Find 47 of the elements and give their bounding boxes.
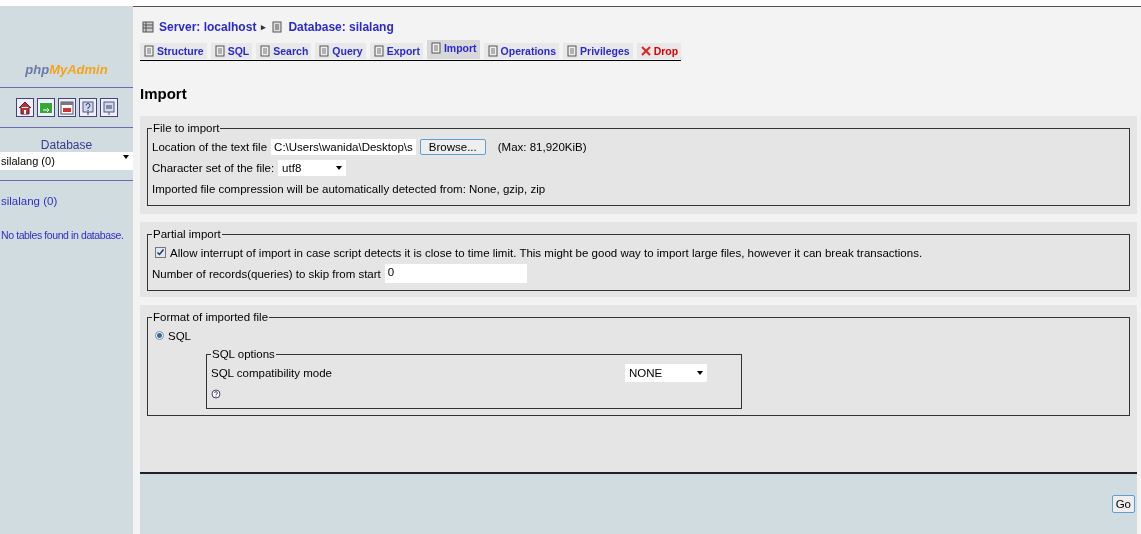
home-icon[interactable] xyxy=(15,98,34,117)
file-path-field[interactable]: C:\Users\wanida\Desktop\s xyxy=(271,138,416,155)
compatibility-select[interactable]: NONE xyxy=(625,363,707,382)
tab[interactable]: Query xyxy=(315,43,366,59)
checkbox[interactable] xyxy=(155,247,166,258)
go-button[interactable]: Go xyxy=(1111,495,1135,513)
database-link[interactable]: Database: silalang xyxy=(288,20,394,34)
dropdown-arrow-icon xyxy=(697,370,703,375)
cross-icon xyxy=(639,45,652,57)
empty-database-note: No tables found in database. xyxy=(0,229,124,241)
location-label: Location of the text file xyxy=(152,140,268,153)
help-icon[interactable] xyxy=(211,388,221,399)
tab[interactable]: Import xyxy=(426,40,480,59)
tab[interactable]: Operations xyxy=(483,43,560,59)
dropdown-arrow-icon xyxy=(336,165,343,170)
group-legend: File to import xyxy=(152,122,221,134)
help-icon[interactable] xyxy=(78,98,97,117)
sql-window-icon[interactable] xyxy=(57,98,76,117)
page-heading: Import xyxy=(140,85,188,102)
charset-label: Character set of the file: xyxy=(152,161,275,174)
database-label: Database xyxy=(39,138,94,152)
radio-button[interactable] xyxy=(155,331,164,340)
max-size-note: (Max: 81,920KiB) xyxy=(497,140,587,153)
tab[interactable]: Privileges xyxy=(563,43,633,59)
server-icon xyxy=(142,21,154,33)
server-link[interactable]: Server: localhost xyxy=(159,20,257,34)
group-legend: SQL options xyxy=(211,348,276,360)
group-legend: Partial import xyxy=(152,228,222,240)
database-select[interactable]: silalang (0) xyxy=(0,152,133,170)
exit-icon[interactable] xyxy=(36,98,55,117)
tab[interactable]: Search xyxy=(256,43,312,59)
skip-label: Number of records(queries) to skip from start xyxy=(152,267,381,280)
tab[interactable]: Structure xyxy=(140,43,207,59)
group-legend: Format of imported file xyxy=(152,311,270,323)
checkbox-label: Allow interrupt of import in case script detects it is close to time limit. This might be good way to import large files, however it can break transactions. xyxy=(170,246,923,259)
database-link[interactable]: silalang (0) xyxy=(0,195,133,207)
skip-count-field[interactable]: 0 xyxy=(384,264,527,283)
compatibility-label: SQL compatibility mode xyxy=(211,366,332,379)
tab[interactable]: SQL xyxy=(210,43,253,59)
radio-label: SQL xyxy=(168,329,191,342)
dropdown-arrow-icon xyxy=(123,155,129,159)
tab[interactable]: Export xyxy=(369,43,423,59)
compression-note: Imported file compression will be automatically detected from: None, gzip, zip xyxy=(152,181,547,197)
tab[interactable]: Drop xyxy=(636,43,682,59)
breadcrumb-separator: ▸ xyxy=(261,22,267,32)
browse-button[interactable]: Browse... xyxy=(419,138,486,155)
charset-select[interactable]: utf8 xyxy=(278,159,347,176)
